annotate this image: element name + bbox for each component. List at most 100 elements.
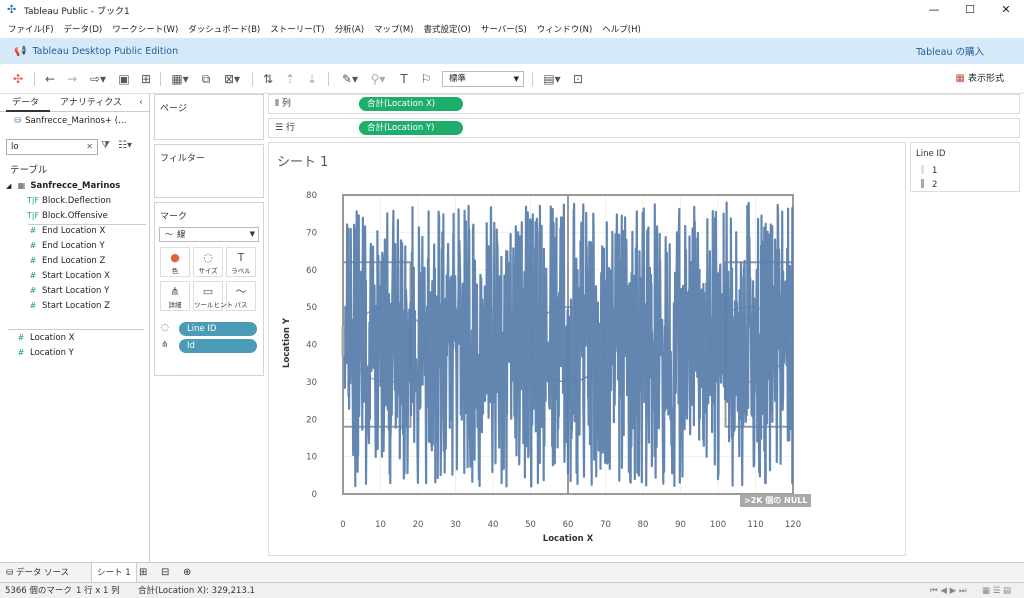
new-worksheet-tab-icon[interactable]: ⊞ bbox=[139, 563, 147, 583]
menu-dashboard[interactable]: ダッシュボード(B) bbox=[183, 23, 265, 35]
marks-card: マーク 〜線 ▼ ● 色 ◌ サイズ T ラベル ⋔ 詳細 ▭ ツールヒント 〜パス ◌ … bbox=[154, 202, 264, 376]
field-item[interactable]: # End Location X bbox=[26, 223, 106, 238]
field-item[interactable]: # End Location Z bbox=[26, 253, 106, 268]
tooltip-button[interactable]: ▭ ツールヒント bbox=[193, 281, 233, 311]
x-tick-label: 70 bbox=[600, 520, 611, 530]
filter-icon[interactable]: ⧩ bbox=[101, 140, 110, 151]
shelf-column: ページ フィルター マーク 〜線 ▼ ● 色 ◌ サイズ T ラベル ⋔ 詳細 ▭ ツール… bbox=[150, 94, 268, 562]
collapse-pane-icon[interactable]: ‹ bbox=[139, 94, 143, 112]
save-icon[interactable]: ▣ bbox=[116, 71, 132, 87]
menu-map[interactable]: マップ(M) bbox=[369, 23, 418, 35]
mark-type-select[interactable]: 〜線 ▼ bbox=[159, 227, 259, 242]
field-name: Start Location X bbox=[42, 271, 110, 281]
swap-icon[interactable]: ⇅ bbox=[260, 71, 276, 87]
menu-server[interactable]: サーバー(S) bbox=[476, 23, 532, 35]
show-me-button[interactable]: ▦ 表示形式 bbox=[955, 71, 1004, 87]
maximize-button[interactable]: ☐ bbox=[952, 0, 988, 20]
table-item[interactable]: ◢ ▦ Sanfrecce_Marinos bbox=[6, 178, 120, 193]
sheet-nav-icons[interactable]: ⏮ ◀ ▶ ⏭ bbox=[930, 583, 966, 598]
legend-item-1[interactable]: 1 bbox=[921, 165, 937, 176]
menu-help[interactable]: ヘルプ(H) bbox=[597, 23, 646, 35]
pages-card[interactable]: ページ bbox=[154, 94, 264, 140]
field-item[interactable]: T|F Block.Deflection bbox=[26, 193, 111, 208]
tableau-home-icon[interactable]: ✣ bbox=[10, 71, 26, 87]
sort-desc-icon[interactable]: ⇣ bbox=[304, 71, 320, 87]
size-button[interactable]: ◌ サイズ bbox=[193, 247, 223, 277]
buy-tableau-link[interactable]: Tableau の購入 bbox=[916, 44, 984, 58]
minimize-button[interactable]: — bbox=[916, 0, 952, 20]
close-button[interactable]: ✕ bbox=[988, 0, 1024, 20]
redo-icon[interactable]: → bbox=[64, 71, 80, 87]
clear-sheet-icon[interactable]: ⊠▾ bbox=[220, 71, 244, 87]
legend-title: Line ID bbox=[916, 149, 946, 159]
menu-analysis[interactable]: 分析(A) bbox=[330, 23, 369, 35]
duplicate-sheet-icon[interactable]: ⧉ bbox=[198, 71, 214, 87]
menu-worksheet[interactable]: ワークシート(W) bbox=[107, 23, 183, 35]
show-me-label: 表示形式 bbox=[967, 74, 1004, 84]
table-name: Sanfrecce_Marinos bbox=[30, 181, 121, 191]
field-name: Start Location Z bbox=[42, 301, 110, 311]
line-id-pill[interactable]: Line ID bbox=[179, 322, 257, 336]
menu-window[interactable]: ウィンドウ(N) bbox=[532, 23, 598, 35]
new-worksheet-icon[interactable]: ▦▾ bbox=[168, 71, 192, 87]
view-mode-icons[interactable]: ▦ ☰ ▤ bbox=[982, 583, 1011, 598]
x-tick-label: 50 bbox=[525, 520, 536, 530]
data-source-item[interactable]: ⛁ Sanfrecce_Marinos+ (… bbox=[14, 116, 127, 126]
edition-banner: 📢 Tableau Desktop Public Edition Tableau… bbox=[0, 38, 1024, 64]
pages-title: ページ bbox=[160, 104, 187, 114]
presentation-icon[interactable]: ⊡ bbox=[570, 71, 586, 87]
tab-data[interactable]: データ bbox=[6, 94, 50, 112]
color-button[interactable]: ● 色 bbox=[160, 247, 190, 277]
pin-icon[interactable]: ⚐ bbox=[418, 71, 434, 87]
id-pill[interactable]: Id bbox=[179, 339, 257, 353]
columns-icon: ⦀ bbox=[275, 99, 282, 109]
new-story-tab-icon[interactable]: ⊕ bbox=[183, 563, 191, 583]
menu-data[interactable]: データ(D) bbox=[59, 23, 108, 35]
menu-format[interactable]: 書式設定(O) bbox=[418, 23, 475, 35]
field-item[interactable]: # End Location Y bbox=[26, 238, 105, 253]
field-item[interactable]: # Start Location X bbox=[26, 268, 110, 283]
new-datasource-icon[interactable]: ⊞ bbox=[138, 71, 154, 87]
filters-title: フィルター bbox=[160, 154, 205, 164]
clear-search-icon[interactable]: ✕ bbox=[86, 140, 93, 154]
window-controls: — ☐ ✕ bbox=[916, 0, 1024, 20]
fit-select[interactable]: 標準 ▼ bbox=[442, 71, 524, 87]
null-indicator[interactable]: >2K 個の NULL bbox=[740, 494, 812, 507]
rows-pill[interactable]: 合計(Location Y) bbox=[359, 121, 463, 135]
color-legend: Line ID 1 2 bbox=[910, 142, 1020, 192]
y-axis-ticks: 0 10 20 30 40 50 60 70 80 bbox=[306, 191, 317, 500]
label-icon[interactable]: T bbox=[396, 71, 412, 87]
data-source-tab[interactable]: ⛁ データ ソース bbox=[6, 563, 69, 583]
view-options-icon[interactable]: ☷▾ bbox=[118, 140, 132, 151]
toolbar: ✣ ← → ⇨▾ ▣ ⊞ ▦▾ ⧉ ⊠▾ ⇅ ⇡ ⇣ ✎▾ ⚲▾ T ⚐ 標準 … bbox=[0, 64, 1024, 94]
columns-pill[interactable]: 合計(Location X) bbox=[359, 97, 463, 111]
new-dashboard-tab-icon[interactable]: ⊟ bbox=[161, 563, 169, 583]
tab-analytics[interactable]: アナリティクス bbox=[54, 94, 128, 112]
marks-title: マーク bbox=[160, 212, 188, 222]
replay-icon[interactable]: ⇨▾ bbox=[86, 71, 110, 87]
calc-field-item[interactable]: # Location Y bbox=[14, 345, 74, 360]
sort-asc-icon[interactable]: ⇡ bbox=[282, 71, 298, 87]
show-cards-icon[interactable]: ▤▾ bbox=[540, 71, 564, 87]
y-tick-label: 70 bbox=[306, 228, 317, 238]
filters-card[interactable]: フィルター bbox=[154, 144, 264, 198]
calc-field-item[interactable]: # Location X bbox=[14, 330, 75, 345]
columns-shelf[interactable]: ⦀ 列 合計(Location X) bbox=[268, 94, 1020, 114]
menu-file[interactable]: ファイル(F) bbox=[3, 23, 59, 35]
rows-shelf[interactable]: ☰ 行 合計(Location Y) bbox=[268, 118, 1020, 138]
field-item[interactable]: T|F Block.Offensive bbox=[26, 208, 108, 223]
detail-button[interactable]: ⋔ 詳細 bbox=[160, 281, 190, 311]
search-input[interactable]: lo ✕ bbox=[6, 139, 98, 155]
highlight-icon[interactable]: ✎▾ bbox=[338, 71, 362, 87]
x-tick-label: 80 bbox=[638, 520, 649, 530]
path-button[interactable]: 〜パス bbox=[226, 281, 256, 311]
undo-icon[interactable]: ← bbox=[42, 71, 58, 87]
field-item[interactable]: # Start Location Y bbox=[26, 283, 110, 298]
menu-story[interactable]: ストーリー(T) bbox=[265, 23, 329, 35]
legend-item-2[interactable]: 2 bbox=[921, 179, 937, 190]
sheet-tab[interactable]: シート 1 bbox=[91, 563, 137, 583]
label-button[interactable]: T ラベル bbox=[226, 247, 256, 277]
field-item[interactable]: # Start Location Z bbox=[26, 298, 110, 313]
worksheet-view[interactable]: シート 1 0 10 20 30 40 50 60 70 80 90 100 110 120 0 10 20… bbox=[268, 142, 906, 556]
group-icon[interactable]: ⚲▾ bbox=[366, 71, 390, 87]
